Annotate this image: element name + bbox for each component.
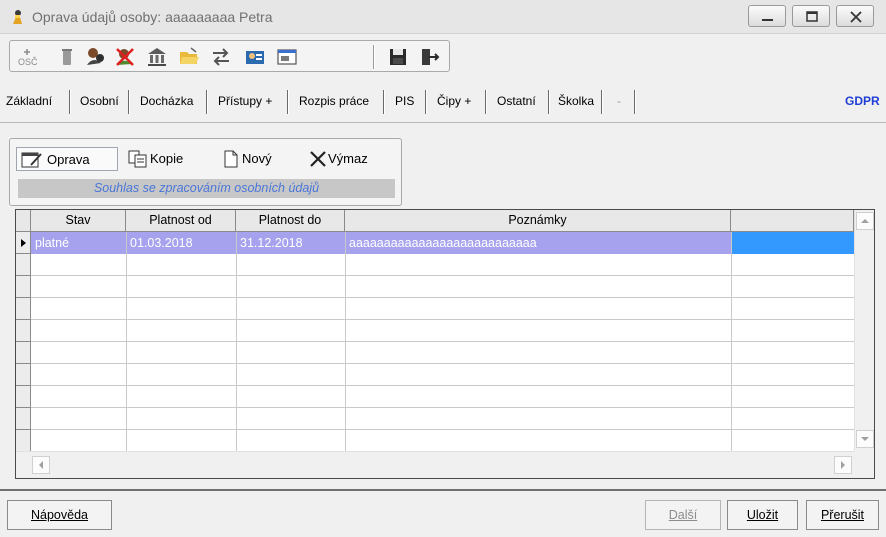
copy-button[interactable]: Kopie: [126, 147, 200, 171]
title-bar: Oprava údajů osoby: aaaaaaaaa Petra: [0, 0, 886, 34]
cancel-button[interactable]: Přerušit: [806, 500, 879, 530]
minimize-button[interactable]: [748, 5, 786, 27]
cell-stav[interactable]: platné: [31, 232, 126, 254]
window-icon[interactable]: [276, 46, 298, 68]
tab-dochazka[interactable]: Docházka: [140, 94, 193, 108]
tab-dash[interactable]: -: [617, 94, 621, 108]
tab-underline: [0, 122, 886, 123]
scroll-down-button[interactable]: [856, 430, 874, 448]
column-header-poznamky[interactable]: Poznámky: [345, 210, 731, 232]
folder-open-icon[interactable]: [178, 46, 200, 68]
minimize-icon: [762, 19, 773, 21]
tab-ostatni[interactable]: Ostatní: [497, 94, 536, 108]
tab-zakladni[interactable]: Základní: [6, 94, 52, 108]
svg-text:OSČ: OSČ: [18, 57, 38, 67]
copy-icon: [128, 150, 147, 168]
tab-strip: Základní Osobní Docházka Přístupy + Rozp…: [0, 90, 886, 114]
transfer-icon[interactable]: [210, 46, 232, 68]
arrow-down-icon: [861, 437, 869, 441]
scrollbar-corner: [854, 451, 874, 478]
delete-icon: [310, 151, 326, 167]
tab-skolka[interactable]: Školka: [558, 94, 594, 108]
osc-icon[interactable]: OSČ: [16, 46, 38, 68]
edit-button[interactable]: Oprava: [16, 147, 118, 171]
delete-button[interactable]: Výmaz: [306, 147, 392, 171]
bank-icon[interactable]: [146, 46, 168, 68]
toolbar-separator: [373, 45, 375, 69]
app-icon: [13, 10, 22, 24]
vertical-scrollbar[interactable]: [854, 210, 874, 452]
tab-pis[interactable]: PIS: [395, 94, 414, 108]
scroll-up-button[interactable]: [856, 212, 874, 230]
restore-icon: [806, 11, 818, 22]
horizontal-scrollbar[interactable]: [16, 451, 854, 478]
tab-gdpr[interactable]: GDPR: [845, 94, 880, 108]
next-button[interactable]: Další: [645, 500, 721, 530]
id-card-icon[interactable]: [244, 46, 266, 68]
new-button[interactable]: Nový: [220, 147, 292, 171]
tab-pristupy[interactable]: Přístupy +: [218, 94, 272, 108]
cell-platnost-od[interactable]: 01.03.2018: [126, 232, 236, 254]
section-caption: Souhlas se zpracováním osobních údajů: [93, 181, 320, 195]
column-header-platnost-do[interactable]: Platnost do: [236, 210, 345, 232]
tab-cipy[interactable]: Čipy +: [437, 94, 471, 108]
main-toolbar: OSČ: [9, 40, 450, 72]
close-button[interactable]: [836, 5, 874, 27]
person-icon[interactable]: [84, 46, 106, 68]
close-icon: [850, 11, 862, 23]
footer-divider: [0, 489, 886, 491]
scroll-right-button[interactable]: [834, 456, 852, 474]
arrow-up-icon: [861, 219, 869, 223]
consent-grid[interactable]: Stav Platnost od Platnost do Poznámky pl…: [15, 209, 875, 479]
column-header-platnost-od[interactable]: Platnost od: [126, 210, 236, 232]
scroll-left-button[interactable]: [32, 456, 50, 474]
row-indicator-column: [16, 232, 31, 452]
section-caption-bar: Souhlas se zpracováním osobních údajů: [18, 179, 395, 198]
row-indicator-header: [16, 210, 31, 232]
new-document-icon: [224, 150, 238, 168]
column-header-stav[interactable]: Stav: [31, 210, 126, 232]
gdpr-action-panel: Oprava Kopie Nový Výmaz Souhlas se zprac…: [9, 138, 402, 206]
row-indicator-selected[interactable]: [16, 232, 31, 254]
save-button[interactable]: Uložit: [727, 500, 798, 530]
column-header-empty: [731, 210, 854, 232]
save-icon[interactable]: [387, 46, 409, 68]
tab-rozpis-prace[interactable]: Rozpis práce: [299, 94, 369, 108]
person-delete-icon[interactable]: [114, 46, 136, 68]
help-button[interactable]: Nápověda: [7, 500, 112, 530]
cell-platnost-do[interactable]: 31.12.2018: [236, 232, 345, 254]
cell-poznamky[interactable]: aaaaaaaaaaaaaaaaaaaaaaaaaaa: [345, 232, 731, 254]
current-row-arrow-icon: [21, 239, 26, 247]
arrow-left-icon: [39, 461, 43, 469]
exit-icon[interactable]: [418, 46, 440, 68]
arrow-right-icon: [841, 461, 845, 469]
window-title: Oprava údajů osoby: aaaaaaaaa Petra: [32, 9, 273, 25]
maximize-button[interactable]: [792, 5, 830, 27]
edit-record-icon: [21, 152, 42, 168]
trash-icon[interactable]: [56, 46, 78, 68]
tab-osobni[interactable]: Osobní: [80, 94, 119, 108]
